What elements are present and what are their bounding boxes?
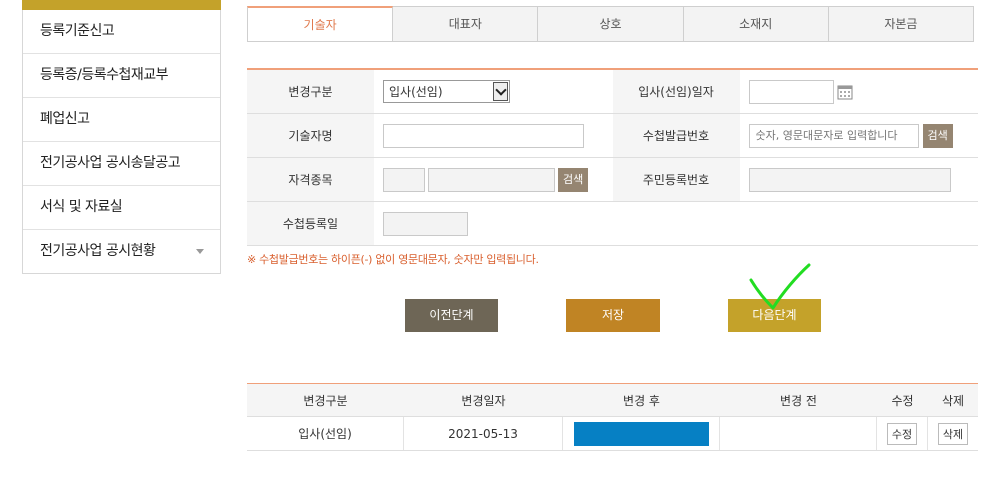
booklet-reg-date-label: 수첩등록일 xyxy=(247,202,374,245)
booklet-search-button[interactable]: 검색 xyxy=(922,123,953,148)
table-header-row: 변경구분 변경일자 변경 후 변경 전 수정 삭제 xyxy=(247,384,978,417)
tab-capital[interactable]: 자본금 xyxy=(828,6,975,42)
change-date-cell: 2021-05-13 xyxy=(404,417,563,450)
change-type-tabs: 기술자 대표자 상호 소재지 자본금 xyxy=(247,6,975,42)
booklet-no-label: 수첩발급번호 xyxy=(612,114,740,157)
rrn-label: 주민등록번호 xyxy=(612,158,740,201)
sidebar-item-registration-standard[interactable]: 등록기준신고 xyxy=(23,10,220,53)
after-cell xyxy=(563,417,720,450)
form-row: 변경구분 입사(선임) 입사(선임)일자 xyxy=(247,70,978,114)
form-row: 기술자명 수첩발급번호 검색 xyxy=(247,114,978,158)
column-header: 변경 전 xyxy=(780,393,817,408)
technician-form: 변경구분 입사(선임) 입사(선임)일자 기술자명 수첩발급번호 숫자, 영문대… xyxy=(247,68,978,246)
calendar-icon[interactable] xyxy=(837,84,853,100)
qualification-code-input[interactable] xyxy=(383,167,425,192)
sidebar-item-disclosure-status[interactable]: 전기공사업 공시현황 xyxy=(23,229,220,273)
join-date-input[interactable] xyxy=(748,79,834,104)
change-type-cell: 입사(선임) xyxy=(247,417,404,450)
before-cell xyxy=(720,417,877,450)
tab-location[interactable]: 소재지 xyxy=(683,6,829,42)
delete-button[interactable]: 삭제 xyxy=(937,422,969,445)
next-step-button[interactable]: 다음단계 xyxy=(728,299,821,332)
booklet-no-input[interactable] xyxy=(748,123,919,148)
tab-representative[interactable]: 대표자 xyxy=(393,6,539,42)
sidebar-item-public-notice[interactable]: 전기공사업 공시송달공고 xyxy=(23,141,220,185)
change-type-label: 변경구분 xyxy=(247,70,374,113)
qualification-label: 자격종목 xyxy=(247,158,374,201)
sidebar-menu: 등록기준신고 등록증/등록수첩재교부 폐업신고 전기공사업 공시송달공고 서식 … xyxy=(22,10,221,274)
tech-name-input[interactable] xyxy=(383,123,584,148)
chevron-down-icon xyxy=(196,249,204,254)
column-header: 변경구분 xyxy=(303,393,348,408)
sidebar-item-closure[interactable]: 폐업신고 xyxy=(23,97,220,141)
sidebar-item-label: 전기공사업 공시현황 xyxy=(40,243,156,259)
redacted-value xyxy=(573,421,709,446)
form-row: 수첩등록일 xyxy=(247,202,978,246)
table-row: 입사(선임) 2021-05-13 수정 삭제 xyxy=(247,417,978,451)
column-header: 변경 후 xyxy=(623,393,660,408)
column-header: 변경일자 xyxy=(461,393,506,408)
sidebar-item-forms[interactable]: 서식 및 자료실 xyxy=(23,185,220,229)
qualification-search-button[interactable]: 검색 xyxy=(558,167,589,192)
tab-technician[interactable]: 기술자 xyxy=(247,6,394,42)
edit-button[interactable]: 수정 xyxy=(886,422,918,445)
tab-trade-name[interactable]: 상호 xyxy=(538,6,684,42)
change-history-table: 변경구분 변경일자 변경 후 변경 전 수정 삭제 입사(선임) 2021-05… xyxy=(247,383,978,451)
booklet-reg-date-input[interactable] xyxy=(383,211,468,236)
prev-step-button[interactable]: 이전단계 xyxy=(405,299,498,332)
form-row: 자격종목 검색 주민등록번호 xyxy=(247,158,978,202)
sidebar: 등록기준신고 등록증/등록수첩재교부 폐업신고 전기공사업 공시송달공고 서식 … xyxy=(22,0,221,274)
save-button[interactable]: 저장 xyxy=(566,299,660,332)
sidebar-top-bar xyxy=(22,0,221,10)
sidebar-item-reissue[interactable]: 등록증/등록수첩재교부 xyxy=(23,53,220,97)
rrn-input[interactable] xyxy=(748,167,951,192)
change-type-select[interactable]: 입사(선임) xyxy=(383,80,510,103)
column-header: 삭제 xyxy=(941,393,965,408)
chevron-down-icon xyxy=(493,82,508,101)
qualification-name-input[interactable] xyxy=(428,167,555,192)
column-header: 수정 xyxy=(891,393,914,408)
tech-name-label: 기술자명 xyxy=(247,114,374,157)
join-date-label: 입사(선임)일자 xyxy=(612,70,740,113)
notice-text: ※ 수첩발급번호는 하이픈(-) 없이 영문대문자, 숫자만 입력됩니다. xyxy=(247,253,539,266)
